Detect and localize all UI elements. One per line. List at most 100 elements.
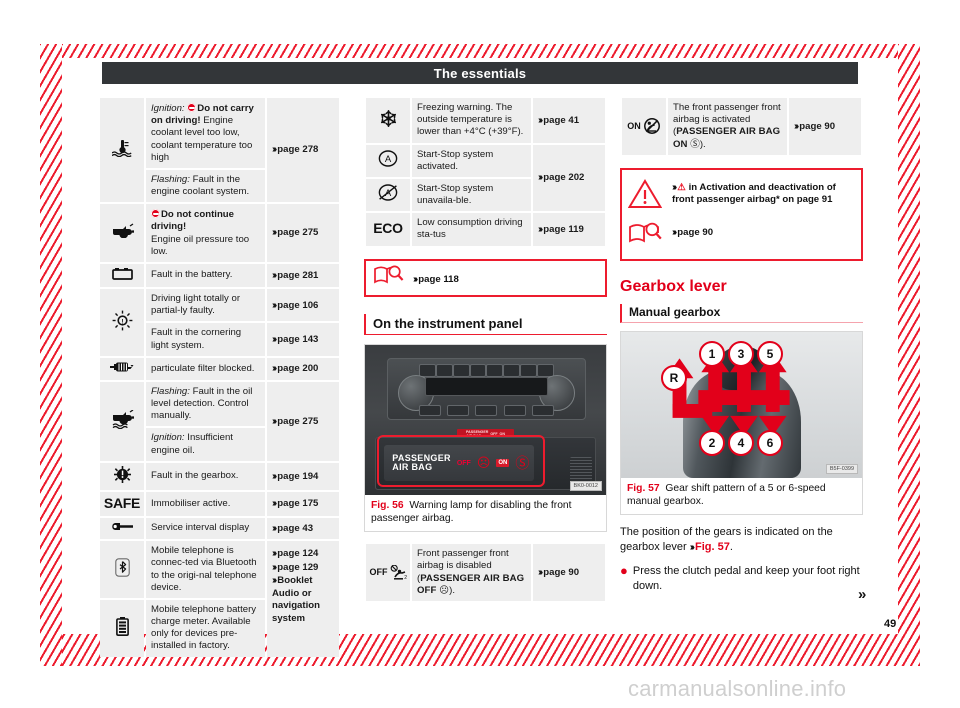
- dashboard-photo: PASSENGER AIR BAG OFF ON PASSENGER AIR BAG…: [365, 344, 606, 495]
- page-reference[interactable]: ››› page 275: [267, 204, 339, 262]
- climate-button[interactable]: [452, 363, 470, 377]
- airbag-on-icon-label: ON: [627, 120, 641, 131]
- climate-button[interactable]: [503, 363, 521, 377]
- lamp-description: particulate filter blocked.: [146, 357, 265, 380]
- manual-page: The essentials Ignition: Do not carry on…: [0, 0, 960, 708]
- page-ref-line[interactable]: ››› page 124: [272, 547, 334, 560]
- table-row: OFF 2 Front passenger front airbag is di…: [366, 544, 605, 601]
- page-ref-label: page 119: [543, 223, 584, 235]
- stop-warning-icon: [187, 103, 197, 112]
- page-reference[interactable]: ››› page 278: [267, 98, 339, 203]
- climate-button[interactable]: [486, 363, 504, 377]
- airbag-on-symbol-icon: Ⓢ: [515, 455, 530, 472]
- page-reference[interactable]: ››› page 200: [267, 357, 339, 380]
- lamp-description: Mobile telephone battery charge meter. A…: [146, 599, 265, 657]
- center-dial[interactable]: [475, 405, 498, 417]
- page-reference[interactable]: ››› page 281: [267, 263, 339, 288]
- table-row: Ignition: Do not carry on driving! Engin…: [100, 98, 339, 203]
- safe-icon-label: SAFE: [103, 494, 141, 511]
- warning-text[interactable]: ››› ⚠ in Activation and deactivation of f…: [672, 179, 853, 207]
- figure-reference-link[interactable]: Fig. 57: [695, 541, 730, 553]
- lamp-rest: ).: [699, 138, 706, 150]
- page-ref-label: page 41: [543, 114, 580, 126]
- oil-level-icon: [100, 381, 144, 461]
- speaker-grille: [569, 456, 592, 483]
- snowflake-icon: [366, 98, 410, 143]
- reference-arrow-icon: ›››: [272, 144, 277, 156]
- climate-button[interactable]: [469, 363, 487, 377]
- lamp-description: Immobiliser active.: [146, 491, 265, 516]
- page-reference[interactable]: ››› page 143: [267, 323, 339, 356]
- dot-button[interactable]: [503, 405, 526, 417]
- warning-label: in Activation and deactivation of front …: [672, 181, 836, 206]
- lamp-description: Start-Stop system activated.: [412, 144, 531, 177]
- auto-button[interactable]: [419, 405, 442, 417]
- table-row: Service interval display ››› page 43: [100, 517, 339, 540]
- table-row: ON The front passenger front airbag is a…: [622, 98, 861, 155]
- airbag-on-symbol-icon: [643, 118, 660, 135]
- lamp-description: Do not continue driving! Engine oil pres…: [146, 204, 265, 262]
- lamp-description: Freezing warning. The outside temperatur…: [412, 98, 531, 143]
- page-reference[interactable]: ››› page 194: [267, 462, 339, 490]
- page-ref-line[interactable]: ››› page 129: [272, 561, 334, 574]
- airbag-symbol-inline-icon: Ⓢ: [687, 138, 700, 150]
- page-ref-label: page 90: [799, 120, 836, 132]
- gear-label-1: 1: [699, 340, 725, 367]
- gear-label-4: 4: [728, 429, 754, 456]
- start-stop-active-icon: A: [366, 144, 410, 177]
- page-reference-block[interactable]: ››› page 124 ››› page 129 ››› Booklet Audio…: [267, 541, 339, 657]
- svg-text:2: 2: [404, 575, 407, 580]
- reference-arrow-icon: ›››: [272, 415, 277, 427]
- airbag-on-icon: ON: [622, 98, 666, 155]
- lamp-description: Flashing: Fault in the engine coolant sy…: [146, 169, 265, 203]
- lamp-description: Fault in the gearbox.: [146, 462, 265, 490]
- decorative-hatch-left: [40, 44, 62, 666]
- table-row: A Start-Stop system activated. ››› page 2…: [366, 144, 605, 212]
- site-watermark: carmanualsonline.info: [628, 676, 847, 701]
- warning-lamps-table-middle: Freezing warning. The outside temperatur…: [364, 96, 607, 248]
- off-button[interactable]: [531, 405, 554, 417]
- climate-button[interactable]: [436, 363, 453, 377]
- lamp-description: Front passenger front airbag is disabled…: [412, 544, 531, 601]
- gearbox-fault-icon: [100, 462, 144, 490]
- reference-arrow-icon: ›››: [689, 542, 695, 554]
- lamp-description: Start-Stop system unavaila-ble.: [412, 178, 531, 212]
- reference-arrow-icon: ›››: [672, 227, 677, 239]
- page-reference[interactable]: ››› page 202: [533, 144, 605, 212]
- page-ref-label: page 194: [277, 470, 319, 482]
- reference-arrow-icon: ›››: [272, 522, 277, 534]
- table-row: Do not continue driving! Engine oil pres…: [100, 204, 339, 262]
- lamp-lead: Ignition:: [151, 432, 185, 444]
- table-row: Mobile telephone is connec-ted via Bluet…: [100, 541, 339, 657]
- stop-warning-icon: [151, 209, 160, 219]
- lamp-bold: Do not continue driving!: [151, 209, 235, 233]
- eco-icon-label: ECO: [373, 220, 403, 237]
- climate-button-ac[interactable]: [520, 363, 537, 377]
- figure-57: 1 3 5 R 2 4 6 B5F-0399 Fig. 57 Gear shif…: [620, 330, 863, 516]
- page-reference[interactable]: ››› page 175: [267, 491, 339, 516]
- figure-57-code: B5F-0399: [825, 463, 858, 474]
- page-reference[interactable]: ››› page 119: [533, 213, 605, 246]
- reference-note-text[interactable]: ››› page 118: [413, 269, 459, 286]
- dot-button[interactable]: [447, 405, 470, 417]
- book-magnifier-icon: [374, 264, 404, 290]
- reference-arrow-icon: ›››: [272, 269, 277, 281]
- page-reference[interactable]: ››› page 90: [533, 544, 605, 601]
- airbag-off-icon: OFF 2: [366, 544, 410, 601]
- page-reference[interactable]: ››› page 275: [267, 381, 339, 461]
- reference-arrow-icon: ›››: [272, 299, 277, 311]
- page-ref-label: page 118: [418, 273, 459, 285]
- reference-arrow-icon: ›››: [272, 575, 277, 587]
- reference-text[interactable]: ››› page 90: [672, 221, 713, 239]
- page-reference[interactable]: ››› page 41: [533, 98, 605, 143]
- warning-reference-box: ››› ⚠ in Activation and deactivation of f…: [620, 167, 863, 261]
- climate-button[interactable]: [419, 363, 437, 377]
- page-reference[interactable]: ››› page 106: [267, 289, 339, 322]
- page-ref-line[interactable]: ››› Booklet Audio or navigation system: [272, 574, 334, 625]
- page-reference[interactable]: ››› page 90: [789, 98, 861, 155]
- lamp-rest: Engine oil pressure too low.: [151, 233, 250, 257]
- page-reference[interactable]: ››› page 43: [267, 517, 339, 540]
- reference-arrow-icon: ›››: [272, 548, 277, 560]
- figure-number: Fig. 57: [627, 482, 660, 494]
- reference-arrow-icon: ›››: [538, 172, 543, 184]
